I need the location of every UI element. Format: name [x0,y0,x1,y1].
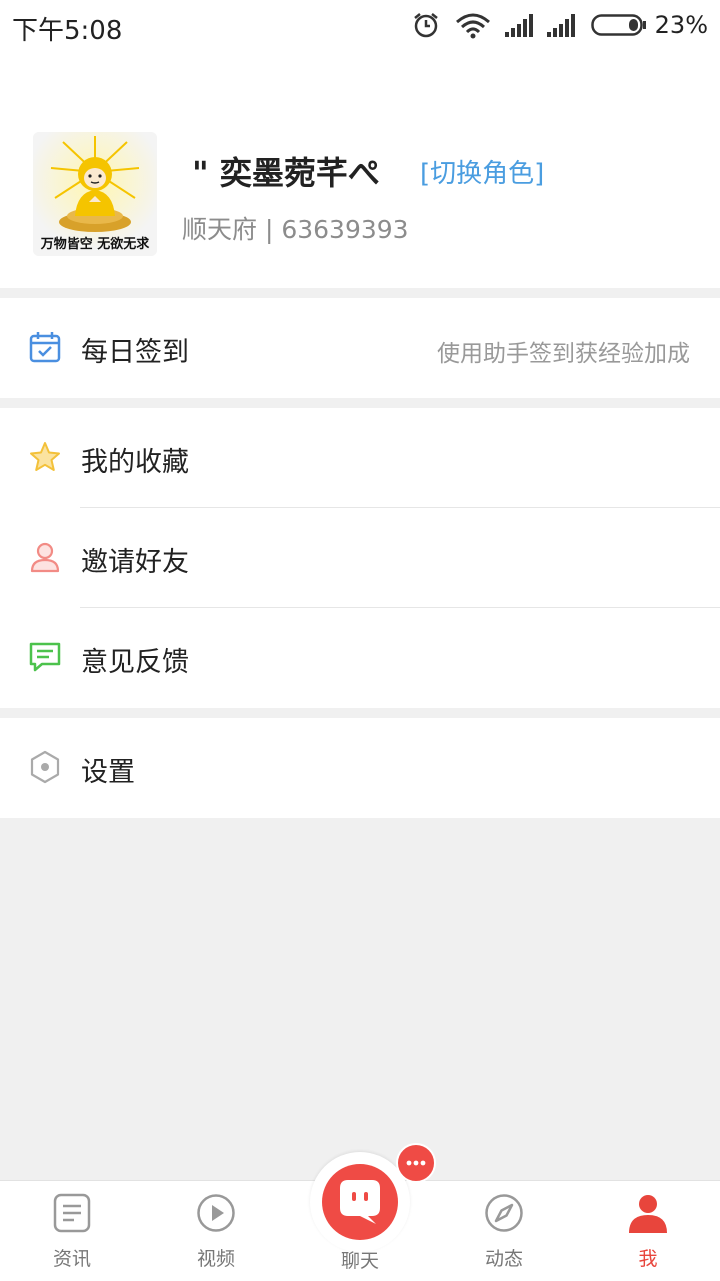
menu-item-label: 邀请好友 [81,547,189,578]
menu-group-main: 我的收藏 邀请好友 意见反馈 [0,408,720,708]
tab-moments[interactable]: 动态 [432,1181,576,1281]
menu-item-label: 意见反馈 [81,647,189,678]
avatar-caption: 万物皆空 无欲无求 [40,237,150,252]
wifi-icon [455,13,490,39]
server-id-info: 顺天府 | 63639393 [182,215,409,244]
signal-icon [504,14,533,37]
switch-role-link[interactable]: [切换角色] [420,153,544,190]
tab-me[interactable]: 我 [576,1181,720,1281]
status-bar: 下午5:08 23% [0,0,720,50]
menu-item-favorites[interactable]: 我的收藏 [0,408,720,508]
profile-header: 万物皆空 无欲无求 " 奕墨菀芊ぺ [切换角色] 顺天府 | 63639393 [0,50,720,288]
tab-label: 资讯 [52,1248,91,1270]
chat-badge [396,1143,436,1183]
avatar[interactable]: 万物皆空 无欲无求 [33,132,157,256]
menu-item-settings[interactable]: 设置 [0,718,720,818]
menu-item-feedback[interactable]: 意见反馈 [0,608,720,708]
tab-label: 我 [638,1248,658,1270]
battery-percent: 23% [654,11,708,39]
settings-group: 设置 [0,718,720,818]
chat-fab-inner [322,1164,398,1240]
calendar-check-icon [29,332,61,363]
news-icon [53,1193,91,1233]
chat-lines-icon [29,642,61,672]
hexagon-gear-icon [30,750,60,784]
star-icon [30,442,60,471]
menu-item-label: 设置 [81,757,135,788]
checkin-hint: 使用助手签到获经验加成 [437,341,690,367]
menu-item-invite[interactable]: 邀请好友 [0,508,720,608]
menu-item-label: 每日签到 [81,337,189,368]
menu-item-label: 我的收藏 [81,447,189,478]
tab-label: 动态 [484,1248,523,1270]
chat-icon [340,1180,380,1224]
battery-icon [590,14,646,36]
alarm-icon [413,13,438,38]
checkin-group: 每日签到 使用助手签到获经验加成 [0,298,720,398]
more-dots-icon [406,1160,426,1166]
compass-icon [485,1194,523,1232]
play-icon [197,1194,235,1232]
tab-video[interactable]: 视频 [144,1181,288,1281]
status-icons: 23% [411,8,708,42]
status-time: 下午5:08 [12,16,123,46]
menu-item-checkin[interactable]: 每日签到 使用助手签到获经验加成 [0,298,720,398]
tab-label: 视频 [196,1248,235,1270]
username: " 奕墨菀芊ぺ [192,154,380,192]
chat-fab[interactable] [310,1152,410,1252]
user-icon [629,1195,667,1233]
signal-icon-2 [546,14,575,37]
person-icon [30,542,60,573]
tab-news[interactable]: 资讯 [0,1181,144,1281]
